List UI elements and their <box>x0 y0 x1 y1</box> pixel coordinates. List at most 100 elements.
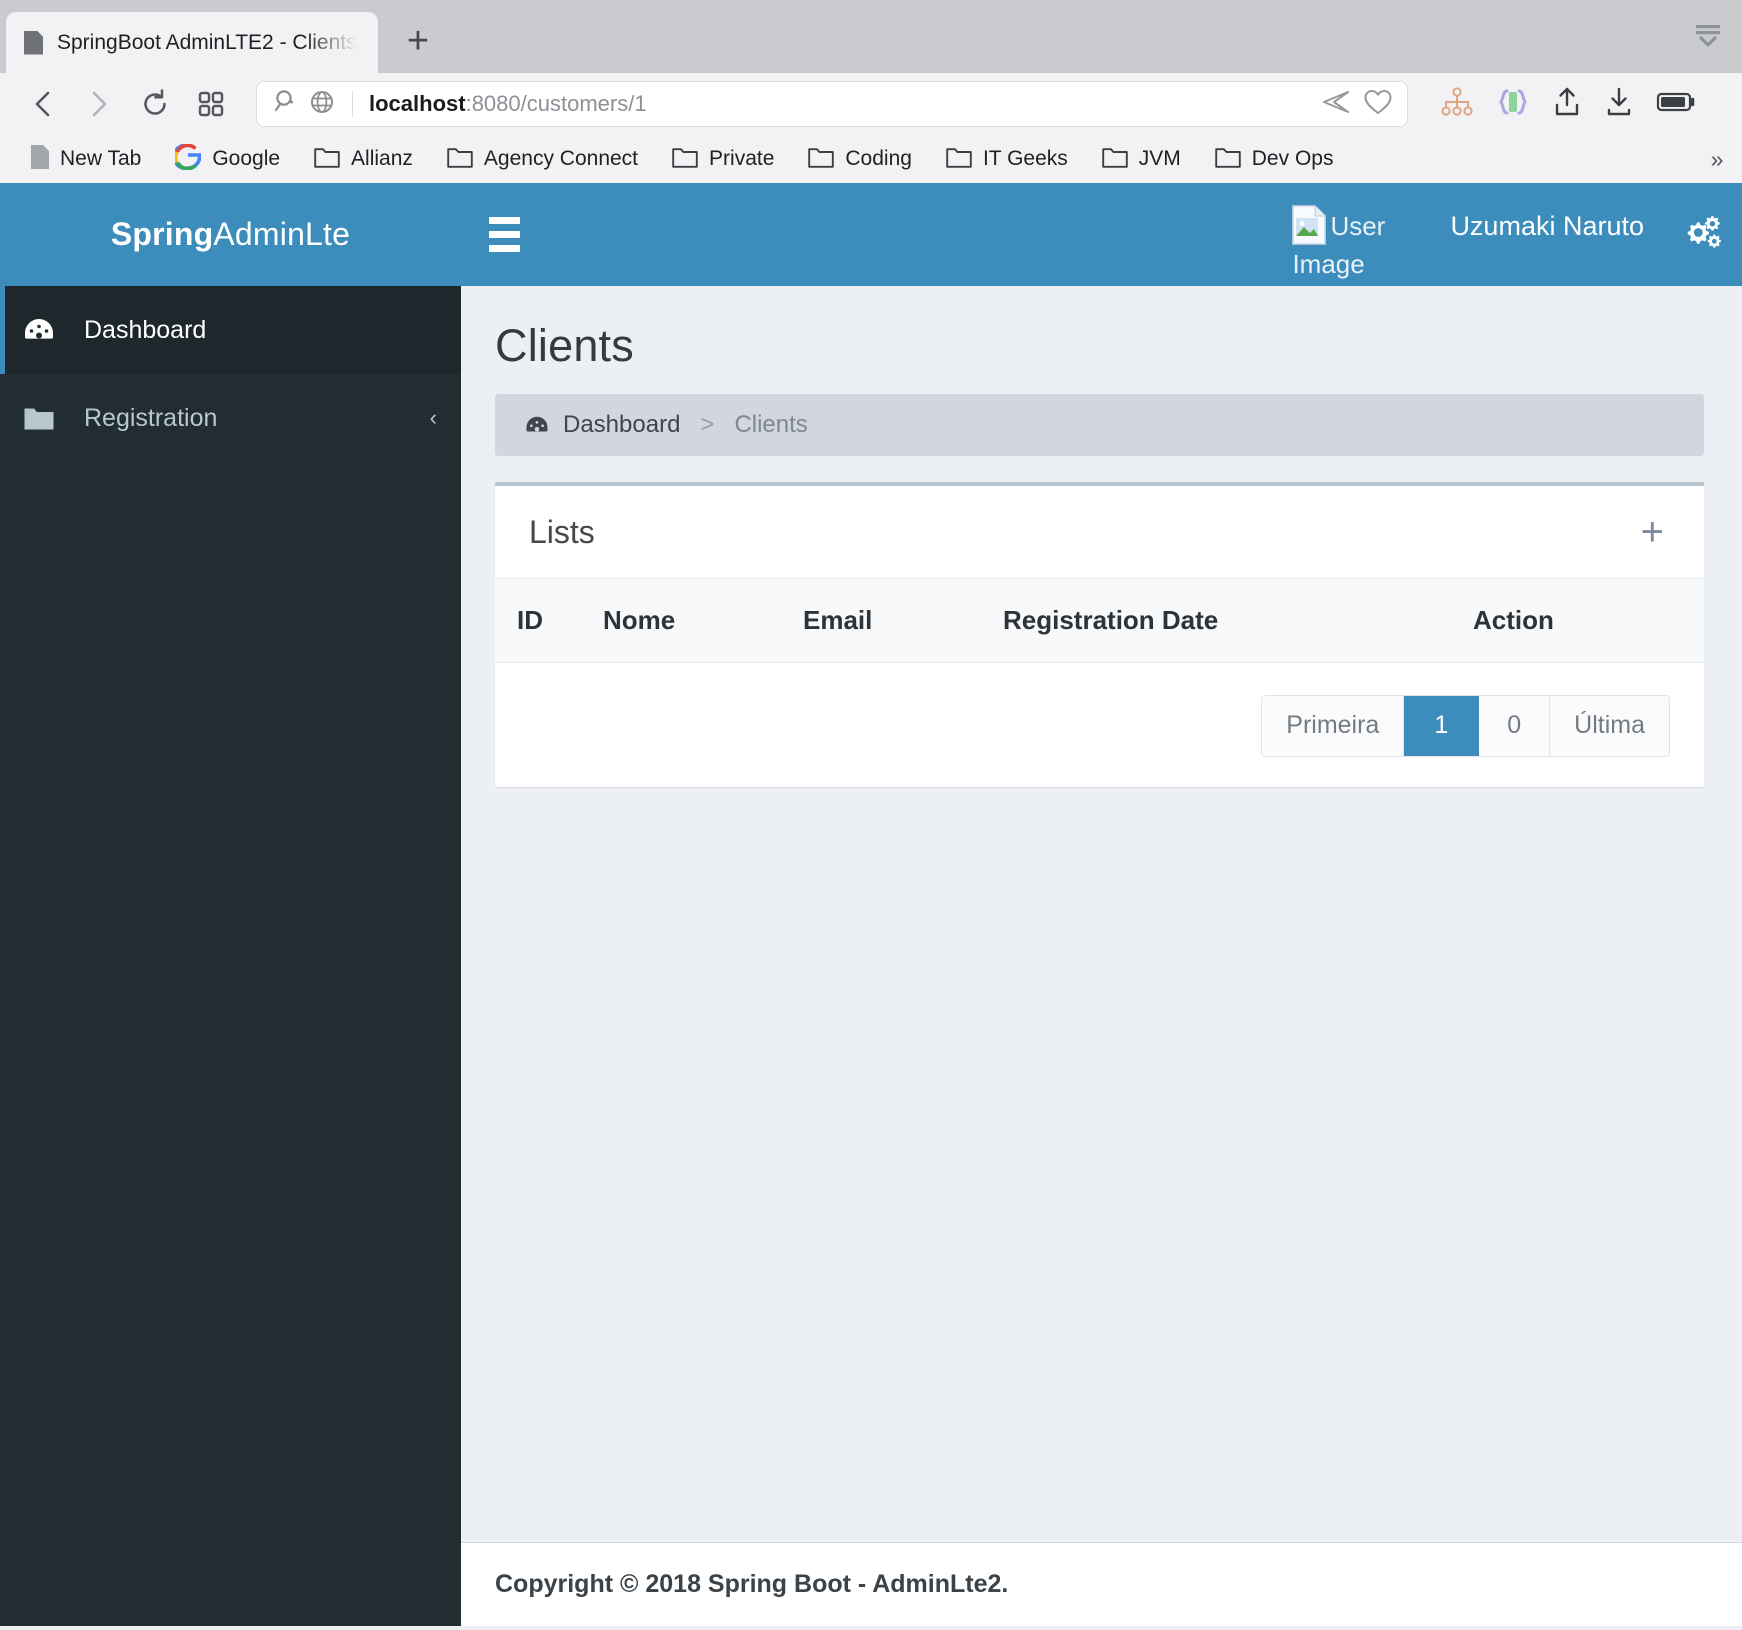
avatar: User Image <box>1292 205 1432 284</box>
bookmark-google[interactable]: Google <box>158 139 297 179</box>
dashboard-gauge-icon <box>525 415 549 435</box>
page-title: Clients <box>495 320 634 371</box>
sidebar-toggle-button[interactable] <box>461 183 547 286</box>
table-header-row: ID Nome Email Registration Date Action <box>495 578 1704 663</box>
copyright-text: Copyright © 2018 Spring Boot - AdminLte2… <box>495 1570 1009 1598</box>
heart-icon[interactable] <box>1363 88 1393 121</box>
page-icon <box>31 144 49 174</box>
browser-toolbar: localhost:8080/customers/1 <box>0 73 1742 135</box>
magnifier-icon[interactable] <box>271 87 301 122</box>
content-scroll-area: Clients Dashboard > Clients Lists + ID N… <box>461 286 1742 1542</box>
forward-button[interactable] <box>74 82 124 126</box>
folder-icon <box>22 405 56 431</box>
box-tools: + <box>1635 508 1670 556</box>
sidebar-item-dashboard[interactable]: Dashboard <box>0 286 461 374</box>
reload-button[interactable] <box>130 82 180 126</box>
application-window: Spring AdminLte Dashboard Registration ‹… <box>0 183 1742 1626</box>
sidebar-item-registration[interactable]: Registration ‹ <box>0 374 461 462</box>
content-wrapper: User Image Uzumaki Naruto Clients Dashbo… <box>461 183 1742 1626</box>
folder-icon <box>1102 146 1128 173</box>
box-footer: Primeira 1 0 Última <box>495 666 1704 787</box>
breadcrumb-current: Clients <box>734 411 808 438</box>
top-navbar: User Image Uzumaki Naruto <box>461 183 1742 286</box>
page-icon <box>24 30 43 55</box>
bookmark-new-tab[interactable]: New Tab <box>14 139 158 179</box>
bookmark-label: Agency Connect <box>483 147 639 170</box>
url-bar[interactable]: localhost:8080/customers/1 <box>256 81 1408 127</box>
column-header-nome[interactable]: Nome <box>603 578 803 663</box>
folder-icon <box>672 146 698 173</box>
column-header-registration-date[interactable]: Registration Date <box>1003 578 1473 663</box>
sitemap-icon[interactable] <box>1440 86 1474 123</box>
bookmark-coding[interactable]: Coding <box>791 139 929 179</box>
grid-view-button[interactable] <box>186 82 236 126</box>
bookmark-dev-ops[interactable]: Dev Ops <box>1198 139 1351 179</box>
bookmark-agency-connect[interactable]: Agency Connect <box>430 139 655 179</box>
brand-logo-bold: Spring <box>110 216 214 252</box>
sidebar-item-label: Dashboard <box>84 315 207 344</box>
column-header-email[interactable]: Email <box>803 578 1003 663</box>
globe-icon <box>308 88 336 121</box>
breadcrumb-link-dashboard[interactable]: Dashboard <box>563 411 680 439</box>
settings-button[interactable] <box>1666 183 1742 286</box>
url-host: localhost <box>369 91 466 116</box>
new-tab-button[interactable]: + <box>390 13 446 69</box>
content-header: Clients Dashboard > Clients <box>461 286 1742 456</box>
column-header-id[interactable]: ID <box>495 578 603 663</box>
sidebar-menu: Dashboard Registration ‹ <box>0 286 461 462</box>
battery-icon[interactable] <box>1656 90 1696 119</box>
box-header: Lists + <box>495 486 1704 578</box>
brand-logo-light: AdminLte <box>213 216 351 252</box>
pagination-page-1[interactable]: 1 <box>1404 695 1480 756</box>
share-upload-icon[interactable] <box>1552 86 1582 123</box>
folder-icon <box>447 146 473 173</box>
pagination-page-0[interactable]: 0 <box>1479 695 1551 756</box>
bookmark-allianz[interactable]: Allianz <box>297 139 430 179</box>
plus-icon[interactable]: + <box>1635 508 1670 556</box>
paper-plane-icon[interactable] <box>1321 89 1351 120</box>
bookmark-label: Coding <box>845 147 912 170</box>
toolbar-extensions <box>1428 85 1696 124</box>
bookmark-jvm[interactable]: JVM <box>1085 139 1198 179</box>
tab-strip: SpringBoot AdminLTE2 - Clients + <box>0 0 1742 73</box>
user-name: Uzumaki Naruto <box>1450 211 1644 241</box>
user-menu-button[interactable]: User Image Uzumaki Naruto <box>1270 183 1666 286</box>
tab-title: SpringBoot AdminLTE2 - Clients <box>57 30 357 54</box>
folder-icon <box>1215 146 1241 173</box>
chevron-left-icon: ‹ <box>429 405 437 430</box>
pagination-first[interactable]: Primeira <box>1262 695 1405 756</box>
dashboard-gauge-icon <box>22 317 56 343</box>
sidebar: Spring AdminLte Dashboard Registration ‹ <box>0 183 461 1626</box>
google-icon <box>172 142 202 175</box>
back-button[interactable] <box>18 82 68 126</box>
app-footer: Copyright © 2018 Spring Boot - AdminLte2… <box>461 1542 1742 1626</box>
box-title: Lists <box>529 513 595 550</box>
bookmark-label: Dev Ops <box>1251 147 1334 170</box>
download-icon[interactable] <box>1604 86 1634 123</box>
folder-icon <box>946 146 972 173</box>
brand-logo[interactable]: Spring AdminLte <box>0 183 461 286</box>
bookmark-private[interactable]: Private <box>655 139 791 179</box>
json-braces-icon[interactable] <box>1496 85 1530 124</box>
bookmark-it-geeks[interactable]: IT Geeks <box>929 139 1085 179</box>
pagination-last[interactable]: Última <box>1550 695 1669 756</box>
column-header-action[interactable]: Action <box>1473 578 1704 663</box>
tabstrip-controls <box>1688 16 1728 50</box>
bookmarks-overflow-button[interactable]: » <box>1700 142 1734 176</box>
bookmark-label: Google <box>212 147 281 170</box>
folder-icon <box>808 146 835 173</box>
browser-tab[interactable]: SpringBoot AdminLTE2 - Clients <box>6 12 378 73</box>
bookmark-label: JVM <box>1138 147 1181 170</box>
tab-list-icon[interactable] <box>1688 16 1728 50</box>
table-header: ID Nome Email Registration Date Action <box>495 578 1704 663</box>
bookmark-label: Private <box>709 147 775 170</box>
sidebar-item-label: Registration <box>84 403 218 432</box>
url-path: :8080/customers/1 <box>465 91 647 116</box>
lists-box: Lists + ID Nome Email Registration Date <box>495 482 1704 787</box>
bookmark-label: IT Geeks <box>982 147 1068 170</box>
browser-chrome: SpringBoot AdminLTE2 - Clients + localho… <box>0 0 1742 183</box>
navbar-right: User Image Uzumaki Naruto <box>1270 183 1742 286</box>
bookmark-label: New Tab <box>60 147 142 170</box>
clients-table: ID Nome Email Registration Date Action <box>495 578 1704 667</box>
hamburger-icon <box>488 217 520 252</box>
